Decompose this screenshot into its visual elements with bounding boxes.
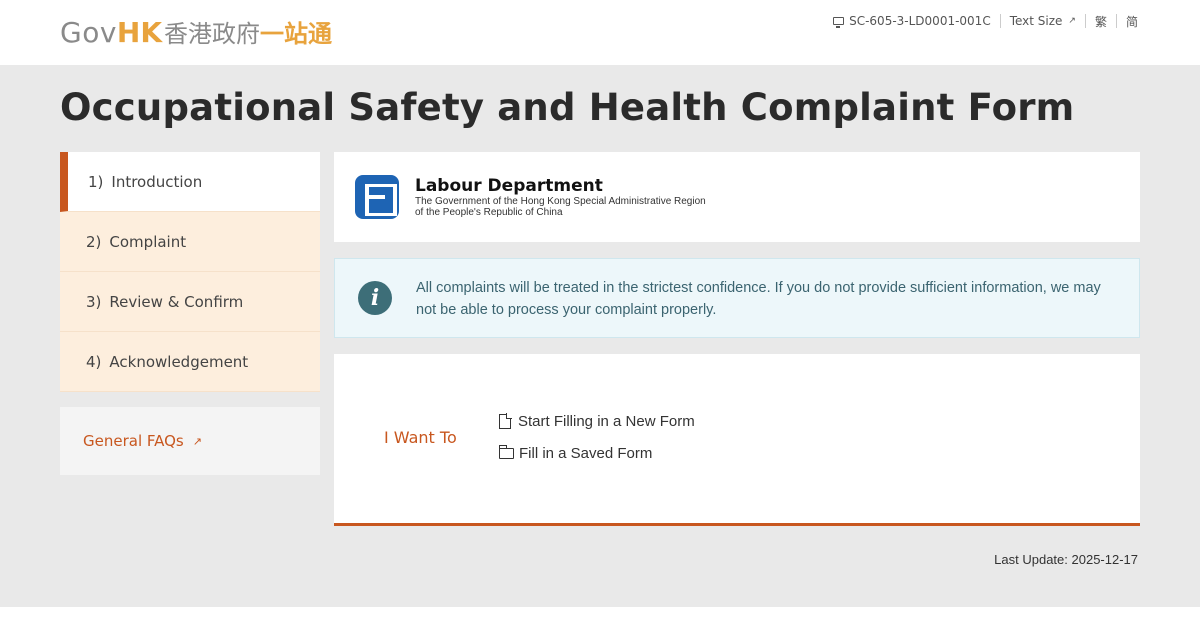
step-review-confirm: 3) Review & Confirm (60, 272, 320, 332)
file-icon (499, 413, 512, 429)
department-subtitle: The Government of the Hong Kong Special … (415, 196, 775, 218)
info-icon: i (358, 281, 392, 315)
labour-department-logo (355, 175, 399, 219)
external-link-icon: ↗ (1068, 16, 1076, 26)
form-code-text: SC-605-3-LD0001-001C (849, 14, 991, 28)
i-want-to-label: I Want To (384, 428, 457, 447)
department-subtitle-line2: of the People's Republic of China (415, 207, 563, 218)
logo-zh2-text: 一站通 (260, 20, 333, 48)
step-introduction[interactable]: 1) Introduction (60, 152, 320, 212)
step-number: 1) (88, 172, 104, 191)
general-faqs-label: General FAQs (83, 432, 184, 450)
department-panel: Labour Department The Government of the … (334, 152, 1140, 242)
i-want-to-panel: I Want To Start Filling in a New Form Fi… (334, 354, 1140, 526)
general-faqs-link[interactable]: General FAQs ↗ (60, 407, 320, 475)
govhk-logo[interactable]: Gov HK 香港政府 一站通 (60, 14, 333, 49)
step-number: 4) (86, 352, 102, 371)
text-size-link[interactable]: Text Size ↗ (1001, 14, 1086, 28)
lang-trad-label: 繁 (1094, 14, 1107, 29)
step-label: Review & Confirm (109, 292, 244, 311)
logo-hk-text: HK (116, 16, 163, 49)
monitor-icon (833, 17, 845, 28)
logo-zh-text: 香港政府 (164, 20, 261, 48)
page-title: Occupational Safety and Health Complaint… (60, 86, 1075, 129)
department-name: Labour Department (415, 176, 603, 196)
step-nav: 1) Introduction 2) Complaint 3) Review &… (60, 152, 320, 392)
step-label: Complaint (109, 232, 187, 251)
lang-simp-label: 简 (1125, 14, 1138, 29)
logo-gov-text: Gov (60, 16, 117, 49)
step-number: 2) (86, 232, 102, 251)
start-new-form-link[interactable]: Start Filling in a New Form (499, 413, 695, 430)
lang-simp-link[interactable]: 简 (1117, 14, 1138, 29)
step-label: Introduction (111, 172, 203, 191)
footer (0, 607, 1200, 629)
last-update: Last Update: 2025-12-17 (994, 552, 1138, 567)
lang-trad-link[interactable]: 繁 (1086, 14, 1117, 29)
external-link-icon: ↗ (192, 434, 202, 448)
step-label: Acknowledgement (109, 352, 249, 371)
text-size-label: Text Size (1009, 14, 1063, 28)
step-complaint: 2) Complaint (60, 212, 320, 272)
fill-saved-form-label: Fill in a Saved Form (519, 445, 653, 462)
form-code: SC-605-3-LD0001-001C (824, 14, 1001, 28)
step-acknowledgement: 4) Acknowledgement (60, 332, 320, 392)
folder-open-icon (498, 445, 514, 459)
confidentiality-notice: i All complaints will be treated in the … (334, 258, 1140, 338)
step-number: 3) (86, 292, 102, 311)
department-subtitle-line1: The Government of the Hong Kong Special … (415, 196, 706, 207)
utility-nav: SC-605-3-LD0001-001C Text Size ↗ 繁 简 (824, 14, 1138, 29)
fill-saved-form-link[interactable]: Fill in a Saved Form (498, 445, 653, 462)
top-header: Gov HK 香港政府 一站通 SC-605-3-LD0001-001C Tex… (0, 0, 1200, 65)
notice-text: All complaints will be treated in the st… (416, 280, 1101, 318)
start-new-form-label: Start Filling in a New Form (518, 413, 695, 430)
